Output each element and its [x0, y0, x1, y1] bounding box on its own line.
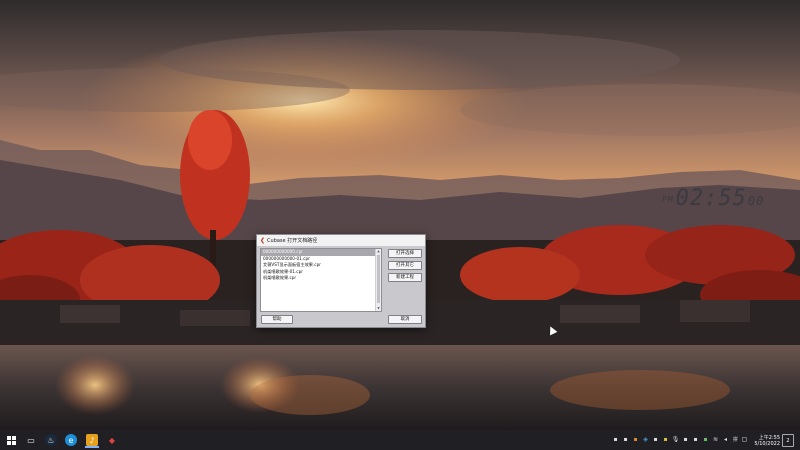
scroll-down-icon[interactable]: ▼ — [376, 306, 381, 311]
file-item[interactable]: 机架唱歌效果.cpr — [261, 275, 381, 282]
desktop-wallpaper: PM02:5500 — [0, 0, 800, 430]
notification-count: 2 — [786, 437, 790, 444]
clock-time: 02:55 — [675, 186, 747, 211]
tray-shield-icon[interactable]: ◈ — [642, 436, 649, 443]
steam-icon[interactable]: ♨ — [45, 434, 57, 446]
new-project-button[interactable]: 新建工程 — [388, 273, 422, 282]
taskbar — [0, 430, 800, 450]
help-button[interactable]: 帮助 — [261, 315, 293, 324]
notification-center-button[interactable]: 2 — [782, 434, 794, 447]
input-method-icon[interactable]: 拼 — [732, 436, 739, 443]
dialog-titlebar[interactable]: ❮ Cubase 打开文档路径 — [257, 235, 425, 246]
cubase-taskbar-icon[interactable]: ♪ — [86, 434, 98, 446]
active-app-indicator — [85, 446, 99, 448]
clock-seconds: 00 — [747, 194, 765, 208]
cancel-button[interactable]: 取消 — [388, 315, 422, 324]
taskbar-time[interactable]: 上午2:55 — [759, 434, 780, 441]
tray-app-icon[interactable]: ▪ — [652, 436, 659, 443]
recent-files-list[interactable]: 000000000000.cpr 000000000000-01.cpr 艾薇V… — [260, 248, 382, 312]
tray-app-icon[interactable]: ▪ — [702, 436, 709, 443]
tray-mic-icon[interactable]: 🎙 — [672, 436, 680, 443]
desktop-clock-widget: PM02:5500 — [662, 186, 764, 211]
task-view-icon[interactable]: ▭ — [25, 434, 37, 446]
clock-ampm: PM — [662, 194, 674, 204]
edge-icon[interactable]: e — [65, 434, 77, 446]
taskbar-date[interactable]: 5/10/2022 — [754, 441, 780, 447]
list-scrollbar[interactable]: ▲ ▼ — [375, 249, 381, 311]
open-document-dialog: ❮ Cubase 打开文档路径 000000000000.cpr 0000000… — [256, 234, 426, 328]
scroll-thumb[interactable] — [377, 255, 380, 303]
scroll-up-icon[interactable]: ▲ — [376, 249, 381, 254]
notification-icon[interactable]: ▢ — [741, 436, 748, 443]
tray-app-icon[interactable]: ▪ — [682, 436, 689, 443]
tray-app-icon[interactable]: ▪ — [622, 436, 629, 443]
volume-icon[interactable]: ◂ — [722, 436, 729, 443]
tray-app-icon[interactable]: ▪ — [692, 436, 699, 443]
cubase-icon: ❮ — [260, 237, 266, 244]
tray-app-icon[interactable]: ▪ — [632, 436, 639, 443]
windows-start-icon[interactable] — [5, 434, 17, 446]
tray-app-icon[interactable]: ▪ — [662, 436, 669, 443]
app-icon[interactable]: ◆ — [106, 434, 118, 446]
tray-app-icon[interactable]: ▪ — [612, 436, 619, 443]
open-other-button[interactable]: 打开其它 — [388, 261, 422, 270]
wifi-icon[interactable]: ≋ — [712, 436, 719, 443]
open-selected-button[interactable]: 打开选择 — [388, 249, 422, 258]
dialog-title: Cubase 打开文档路径 — [267, 238, 318, 244]
